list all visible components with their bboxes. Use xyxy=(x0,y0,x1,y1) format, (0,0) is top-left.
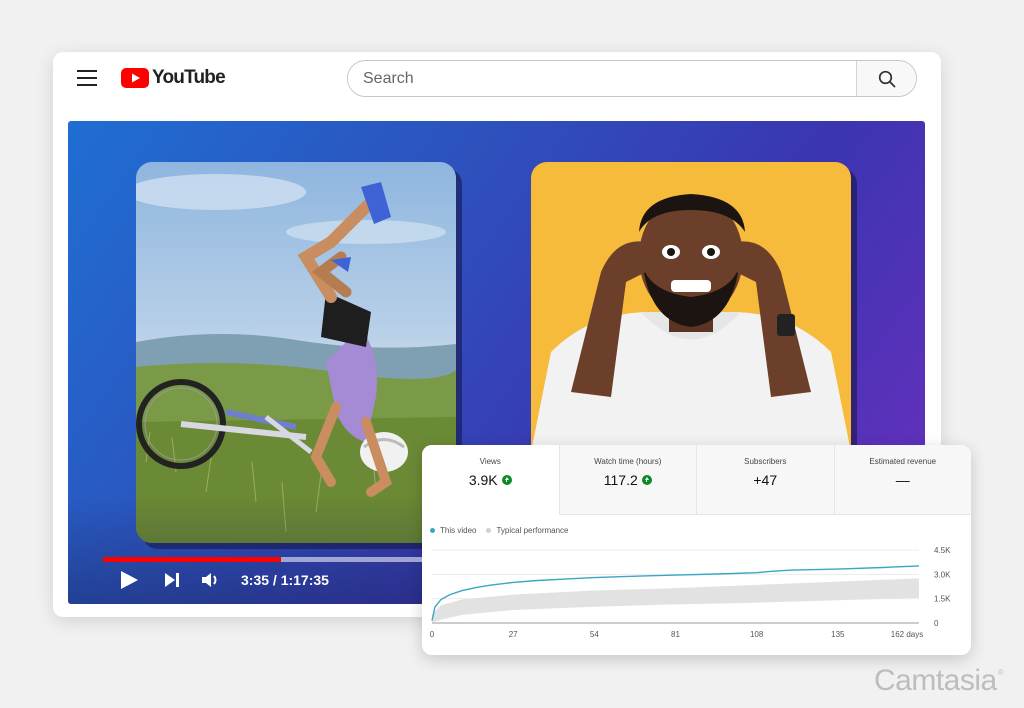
legend-dot-typical xyxy=(486,528,492,533)
search-button[interactable] xyxy=(856,61,916,96)
youtube-logo[interactable]: YouTube xyxy=(121,67,226,89)
metrics-tabs: Views 3.9K Watch time (hours) 117.2 Subs… xyxy=(422,445,971,515)
logo-text: YouTube xyxy=(152,67,226,88)
shocked-man-image xyxy=(531,194,851,452)
metric-tab-revenue[interactable]: Estimated revenue — xyxy=(834,445,971,515)
metric-tab-views[interactable]: Views 3.9K xyxy=(422,445,560,515)
cyclist-crash-image xyxy=(136,174,456,543)
metric-value: 3.9K xyxy=(468,472,498,488)
next-button[interactable] xyxy=(163,571,181,589)
menu-icon[interactable] xyxy=(77,70,97,86)
time-display: 3:35 / 1:17:35 xyxy=(241,572,329,588)
video-frame-cyclist xyxy=(136,162,456,543)
camtasia-watermark: Camtasia® xyxy=(874,664,1004,698)
metric-tab-subscribers[interactable]: Subscribers +47 xyxy=(697,445,835,515)
x-tick-label: 81 xyxy=(671,630,680,639)
metric-value: +47 xyxy=(753,472,778,488)
video-progress-played xyxy=(103,557,282,562)
registered-mark: ® xyxy=(997,668,1004,677)
play-icon xyxy=(121,571,138,589)
search-input[interactable] xyxy=(348,61,856,96)
legend-this-video: This video xyxy=(440,526,477,535)
metric-label: Subscribers xyxy=(744,457,787,466)
x-tick-label: 135 xyxy=(831,630,845,639)
youtube-play-logo-icon xyxy=(121,68,149,88)
y-tick-label: 4.5K xyxy=(934,546,951,555)
search-bar xyxy=(347,60,917,97)
y-tick-label: 3.0K xyxy=(934,570,951,579)
metric-value: — xyxy=(895,472,910,488)
trend-up-icon xyxy=(641,474,652,485)
play-button[interactable] xyxy=(118,569,140,591)
metric-label: Estimated revenue xyxy=(869,457,937,466)
video-progress-bar[interactable] xyxy=(103,557,433,562)
search-icon xyxy=(878,70,895,87)
legend-typical: Typical performance xyxy=(496,526,569,535)
x-tick-label: 162 days xyxy=(891,630,923,639)
legend-dot-this-video xyxy=(430,528,435,533)
views-chart: 0 1.5K 3.0K 4.5K 0 27 54 81 108 135 162 days xyxy=(430,546,951,639)
volume-icon xyxy=(202,573,217,587)
y-tick-label: 1.5K xyxy=(934,595,951,604)
x-tick-label: 108 xyxy=(750,630,764,639)
chart-legend: This video Typical performance xyxy=(430,526,569,535)
analytics-card: Views 3.9K Watch time (hours) 117.2 Subs… xyxy=(422,445,971,655)
video-frame-reaction xyxy=(531,162,851,452)
metric-tab-watch-time[interactable]: Watch time (hours) 117.2 xyxy=(559,445,697,515)
watermark-text: Camtasia xyxy=(874,664,997,697)
metric-value: 117.2 xyxy=(603,472,638,488)
x-tick-label: 27 xyxy=(509,630,518,639)
metric-label: Watch time (hours) xyxy=(594,457,662,466)
x-tick-label: 0 xyxy=(430,630,435,639)
metric-label: Views xyxy=(479,457,501,466)
trend-up-icon xyxy=(501,474,512,485)
player-controls: 3:35 / 1:17:35 xyxy=(118,569,329,591)
skip-next-icon xyxy=(165,573,179,587)
typical-performance-band xyxy=(432,578,919,623)
volume-button[interactable] xyxy=(201,571,221,589)
x-tick-label: 54 xyxy=(590,630,599,639)
y-tick-label: 0 xyxy=(934,619,939,628)
